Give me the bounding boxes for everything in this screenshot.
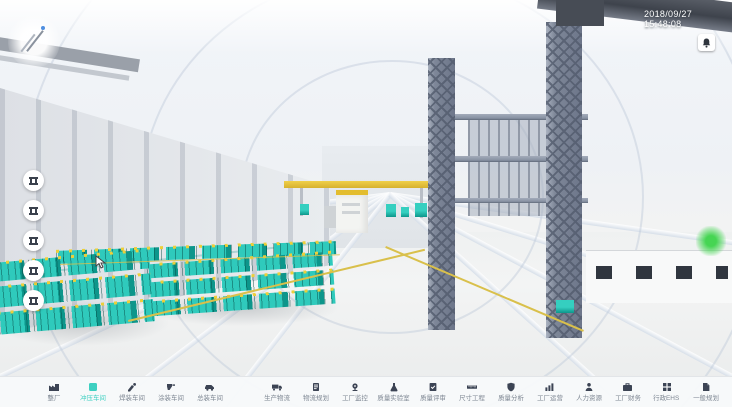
toolbar-item-dimensional-engineering[interactable]: 尺寸工程	[452, 381, 491, 403]
app-root: 2018/09/27 15:48:08 整厂	[0, 0, 732, 407]
steel-column	[546, 22, 582, 338]
toolbar-item-quality-analysis[interactable]: 质量分析	[491, 381, 530, 403]
press-station-button-2[interactable]	[23, 200, 44, 221]
press-side-unit	[324, 206, 336, 228]
bottom-toolbar: 整厂 冲压车间 焊装车间 涂装车间 总装车间 生产物流	[0, 376, 732, 407]
compass-glow	[8, 16, 60, 68]
toolbar-item-whole-factory[interactable]: 整厂	[34, 381, 73, 403]
toolbar-item-general-planning[interactable]: 一般规划	[686, 381, 725, 403]
toolbar-item-paint-shop[interactable]: 涂装车间	[151, 381, 190, 403]
shield-icon	[506, 381, 516, 392]
toolbar-item-human-resources[interactable]: 人力资源	[569, 381, 608, 403]
car-icon	[204, 381, 216, 392]
distant-machine	[386, 204, 396, 217]
press-station-button-5[interactable]	[23, 290, 44, 311]
factory-3d-scene[interactable]	[0, 0, 732, 407]
clipboard-icon	[311, 381, 321, 392]
toolbar-item-logistics-planning[interactable]: 物流规划	[296, 381, 335, 403]
toolbar-item-quality-lab[interactable]: 质量实验室	[374, 381, 413, 403]
briefcase-icon	[622, 381, 633, 392]
truck-icon	[271, 381, 283, 392]
grid-icon	[662, 381, 672, 392]
distant-machine	[401, 207, 409, 217]
spray-gun-icon	[165, 381, 176, 392]
flask-icon	[389, 381, 399, 392]
status-light-green	[696, 226, 726, 256]
toolbar-item-factory-operations[interactable]: 工厂运营	[530, 381, 569, 403]
welding-icon	[126, 381, 137, 392]
camera-icon	[350, 381, 360, 392]
distant-machine	[300, 204, 309, 215]
press-machine-icon	[28, 176, 39, 186]
press-machine-icon	[28, 266, 39, 276]
toolbar-item-factory-finance[interactable]: 工厂财务	[608, 381, 647, 403]
press-station-button-1[interactable]	[23, 170, 44, 191]
toolbar-item-stamping-shop[interactable]: 冲压车间	[73, 381, 112, 403]
distant-machine	[415, 203, 427, 217]
toolbar-item-quality-review[interactable]: 质量评审	[413, 381, 452, 403]
notification-button[interactable]	[698, 34, 715, 51]
document-check-icon	[428, 381, 438, 392]
toolbar-item-welding-shop[interactable]: 焊装车间	[112, 381, 151, 403]
toolbar-item-admin-ehs[interactable]: 行政EHS	[647, 381, 686, 403]
stamping-press-machine	[336, 190, 368, 233]
stamping-shop-icon	[88, 381, 98, 392]
press-machine-icon	[28, 206, 39, 216]
press-machine-icon	[28, 236, 39, 246]
toolbar-item-production-logistics[interactable]: 生产物流	[257, 381, 296, 403]
file-icon	[701, 381, 711, 392]
factory-icon	[48, 381, 60, 392]
machine-at-column	[556, 300, 574, 313]
press-station-button-3[interactable]	[23, 230, 44, 251]
person-icon	[584, 381, 594, 392]
toolbar-item-factory-monitoring[interactable]: 工厂监控	[335, 381, 374, 403]
steel-column	[428, 58, 455, 330]
press-station-button-4[interactable]	[23, 260, 44, 281]
toolbar-item-assembly-shop[interactable]: 总装车间	[190, 381, 229, 403]
clock: 2018/09/27 15:48:08	[644, 9, 732, 29]
office-wall-windows	[586, 250, 732, 303]
bar-chart-icon	[544, 381, 555, 392]
bell-icon	[702, 38, 711, 48]
ruler-icon	[466, 381, 478, 392]
crane-beam	[284, 181, 432, 188]
girder-block	[556, 0, 604, 26]
mouse-cursor	[95, 255, 107, 269]
press-machine-icon	[28, 296, 39, 306]
machine-quick-buttons	[23, 170, 44, 311]
